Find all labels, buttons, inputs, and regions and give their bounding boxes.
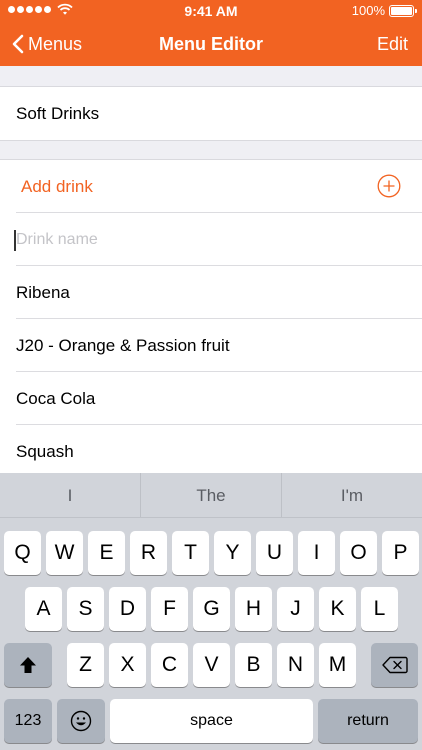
menu-name: Soft Drinks	[16, 103, 100, 123]
space-key[interactable]: space	[110, 699, 313, 743]
key-w[interactable]: W	[46, 531, 83, 575]
back-label: Menus	[28, 33, 83, 54]
drink-item-j20[interactable]: J20 - Orange & Passion fruit	[0, 319, 422, 372]
drink-item-coca-cola[interactable]: Coca Cola	[0, 372, 422, 425]
suggestion-item[interactable]: I'm	[282, 473, 422, 517]
key-f[interactable]: F	[151, 587, 188, 631]
navigation-bar: Menus Menu Editor Edit	[0, 22, 422, 66]
key-s[interactable]: S	[67, 587, 104, 631]
drink-item-label: J20 - Orange & Passion fruit	[16, 335, 230, 355]
drink-item-label: Coca Cola	[16, 388, 96, 408]
drink-item-label: Squash	[16, 441, 74, 461]
plus-circle-icon[interactable]	[377, 174, 401, 198]
keyboard: I The I'm Q W E R T Y U I O P A S D F G …	[0, 473, 422, 750]
key-p[interactable]: P	[382, 531, 419, 575]
suggestion-bar: I The I'm	[0, 473, 422, 518]
key-q[interactable]: Q	[4, 531, 41, 575]
drink-item-label: Ribena	[16, 282, 70, 302]
numbers-key[interactable]: 123	[4, 699, 52, 743]
battery-icon	[389, 4, 417, 17]
battery-status: 100%	[351, 3, 417, 18]
key-d[interactable]: D	[109, 587, 146, 631]
shift-arrow-icon	[20, 657, 36, 673]
key-j[interactable]: J	[277, 587, 314, 631]
drink-name-input[interactable]	[16, 230, 396, 249]
add-drink-label: Add drink	[21, 176, 93, 196]
key-t[interactable]: T	[172, 531, 209, 575]
menu-name-section: Soft Drinks	[0, 86, 422, 141]
text-cursor	[14, 230, 16, 251]
battery-percent: 100%	[351, 3, 385, 18]
drink-name-row	[0, 213, 422, 266]
backspace-icon	[381, 656, 408, 674]
menu-name-row[interactable]: Soft Drinks	[0, 87, 422, 140]
drinks-section: Add drink Ribena J20 - Orange & Passion …	[0, 159, 422, 478]
key-k[interactable]: K	[319, 587, 356, 631]
key-r[interactable]: R	[130, 531, 167, 575]
key-z[interactable]: Z	[67, 643, 104, 687]
nav-header: 9:41 AM 100% Menus Menu Editor Edit	[0, 0, 422, 66]
chevron-left-icon	[12, 34, 24, 54]
add-drink-row[interactable]: Add drink	[0, 160, 422, 213]
key-i[interactable]: I	[298, 531, 335, 575]
drink-item-squash[interactable]: Squash	[0, 425, 422, 478]
key-x[interactable]: X	[109, 643, 146, 687]
key-v[interactable]: V	[193, 643, 230, 687]
key-u[interactable]: U	[256, 531, 293, 575]
key-e[interactable]: E	[88, 531, 125, 575]
key-l[interactable]: L	[361, 587, 398, 631]
suggestion-item[interactable]: The	[141, 473, 282, 517]
back-button[interactable]: Menus	[12, 22, 82, 66]
backspace-key[interactable]	[371, 643, 418, 687]
return-key[interactable]: return	[318, 699, 418, 743]
drink-item-ribena[interactable]: Ribena	[0, 266, 422, 319]
key-g[interactable]: G	[193, 587, 230, 631]
edit-button[interactable]: Edit	[377, 22, 408, 66]
key-b[interactable]: B	[235, 643, 272, 687]
key-h[interactable]: H	[235, 587, 272, 631]
key-n[interactable]: N	[277, 643, 314, 687]
key-a[interactable]: A	[25, 587, 62, 631]
key-o[interactable]: O	[340, 531, 377, 575]
suggestion-item[interactable]: I	[0, 473, 141, 517]
key-y[interactable]: Y	[214, 531, 251, 575]
status-bar: 9:41 AM 100%	[0, 0, 422, 22]
key-c[interactable]: C	[151, 643, 188, 687]
emoji-key[interactable]	[57, 699, 105, 743]
key-m[interactable]: M	[319, 643, 356, 687]
shift-key[interactable]	[4, 643, 52, 687]
emoji-icon	[70, 710, 92, 732]
